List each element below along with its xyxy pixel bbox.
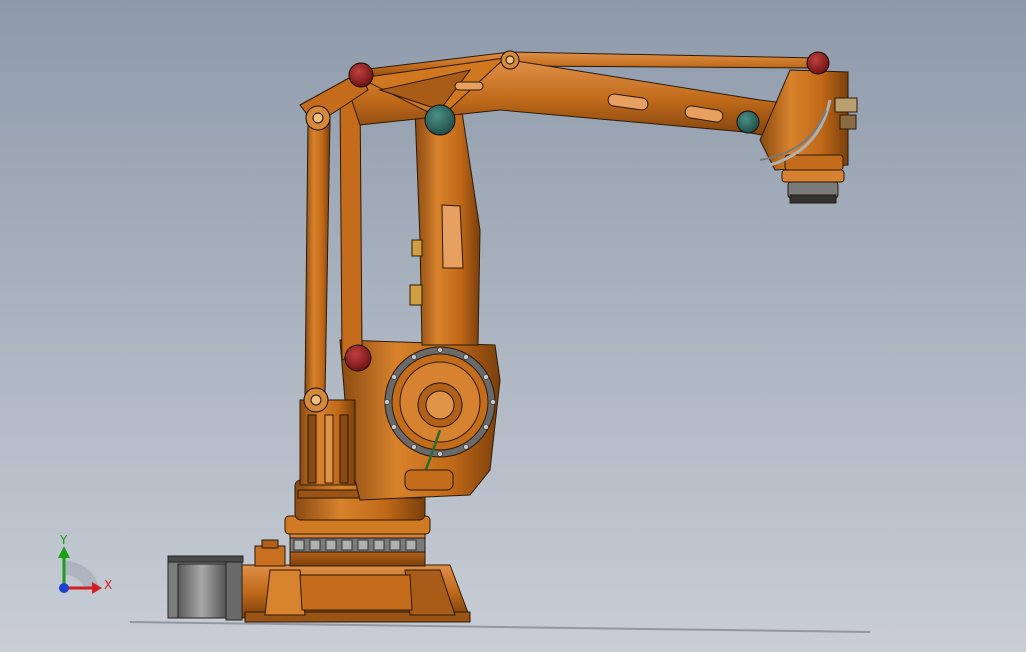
cad-viewport[interactable]: X Y bbox=[0, 0, 1026, 652]
joint-lower-link bbox=[344, 344, 372, 372]
triad-x-label: X bbox=[104, 578, 112, 592]
base-motor bbox=[167, 555, 244, 621]
joint-wrist-pitch bbox=[736, 110, 760, 134]
joint-elbow bbox=[424, 104, 456, 136]
triad-y-label: Y bbox=[59, 533, 68, 547]
joint-upper-rear bbox=[348, 62, 374, 88]
triad-z-axis bbox=[59, 583, 69, 593]
lower-column bbox=[299, 399, 356, 486]
joint-wrist-top bbox=[806, 51, 830, 75]
robot-scene: X Y bbox=[0, 0, 1026, 652]
